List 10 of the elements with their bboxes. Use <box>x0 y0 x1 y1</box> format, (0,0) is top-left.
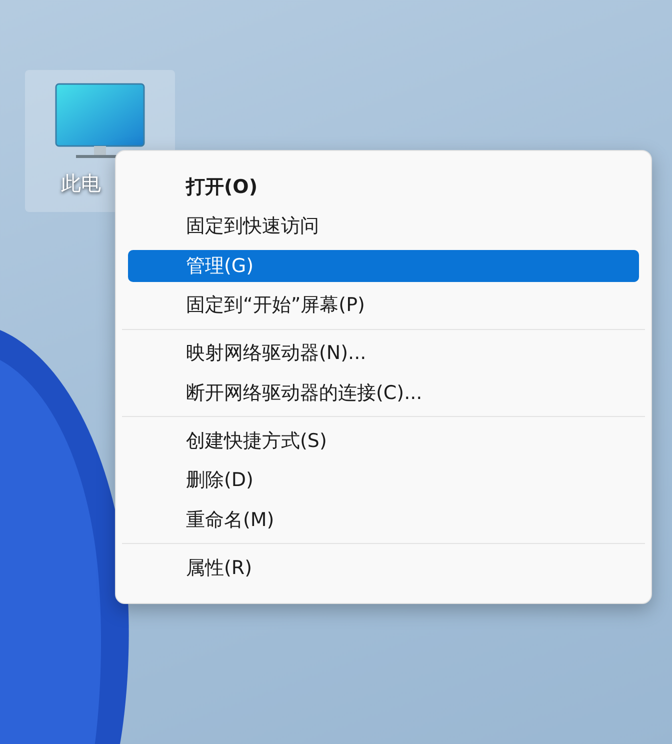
menu-item[interactable]: 断开网络驱动器的连接(C)... <box>128 376 639 408</box>
menu-item[interactable]: 管理(G) <box>128 250 639 282</box>
menu-item[interactable]: 重命名(M) <box>128 504 639 536</box>
menu-item[interactable]: 属性(R) <box>128 552 639 584</box>
menu-item[interactable]: 固定到“开始”屏幕(P) <box>128 289 639 321</box>
menu-item[interactable]: 创建快捷方式(S) <box>128 424 639 456</box>
menu-item[interactable]: 删除(D) <box>128 464 639 496</box>
icon-label: 此电 <box>61 170 101 197</box>
menu-item[interactable]: 固定到快速访问 <box>128 210 639 242</box>
menu-item[interactable]: 映射网络驱动器(N)... <box>128 337 639 369</box>
